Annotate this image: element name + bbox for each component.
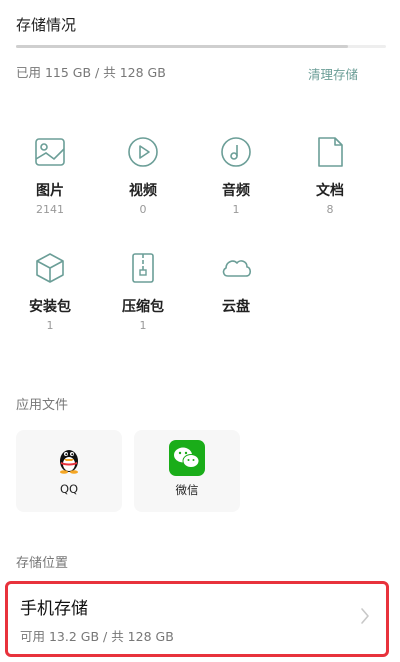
qq-icon	[60, 450, 78, 474]
package-icon	[36, 253, 64, 283]
category-videos[interactable]: 视频 0	[103, 134, 183, 216]
clean-storage-button[interactable]: 清理存储	[308, 64, 358, 83]
storage-usage-text: 已用 115 GB / 共 128 GB	[16, 65, 166, 80]
storage-usage-bar	[16, 45, 386, 48]
category-count: 1	[232, 203, 240, 216]
phone-storage-item[interactable]: 手机存储 可用 13.2 GB / 共 128 GB	[5, 581, 389, 657]
category-count: 2141	[36, 203, 64, 216]
category-audio[interactable]: 音频 1	[196, 134, 276, 216]
image-icon	[35, 138, 65, 166]
storage-location-title: 存储位置	[16, 556, 69, 571]
phone-storage-capacity: 可用 13.2 GB / 共 128 GB	[20, 629, 174, 644]
chevron-right-icon	[361, 608, 369, 624]
category-label: 文档	[316, 183, 344, 199]
category-packages[interactable]: 安装包 1	[10, 250, 90, 332]
storage-usage-fill	[16, 45, 349, 48]
app-card-qq[interactable]: QQ	[16, 430, 122, 512]
category-archives[interactable]: 压缩包 1	[103, 250, 183, 332]
wechat-icon	[169, 440, 205, 476]
app-files-title: 应用文件	[16, 398, 69, 413]
category-label: 音频	[222, 183, 250, 199]
category-label: 安装包	[29, 299, 71, 315]
app-label: 微信	[175, 483, 199, 497]
category-count: 8	[326, 203, 334, 216]
app-label: QQ	[59, 482, 79, 496]
category-label: 云盘	[222, 299, 250, 315]
music-icon	[221, 137, 251, 167]
cloud-icon	[222, 260, 252, 277]
category-cloud[interactable]: 云盘	[196, 250, 276, 316]
app-card-wechat[interactable]: 微信	[134, 430, 240, 512]
category-count: 1	[46, 319, 54, 332]
category-label: 图片	[36, 183, 64, 199]
storage-title: 存储情况	[16, 16, 77, 34]
category-count: 0	[139, 203, 147, 216]
category-documents[interactable]: 文档 8	[290, 134, 370, 216]
video-icon	[128, 137, 158, 167]
category-label: 压缩包	[122, 299, 164, 315]
phone-storage-title: 手机存储	[20, 599, 88, 619]
category-count: 1	[139, 319, 147, 332]
category-images[interactable]: 图片 2141	[10, 134, 90, 216]
document-icon	[318, 137, 343, 167]
zip-icon	[132, 253, 154, 283]
category-label: 视频	[129, 183, 157, 199]
